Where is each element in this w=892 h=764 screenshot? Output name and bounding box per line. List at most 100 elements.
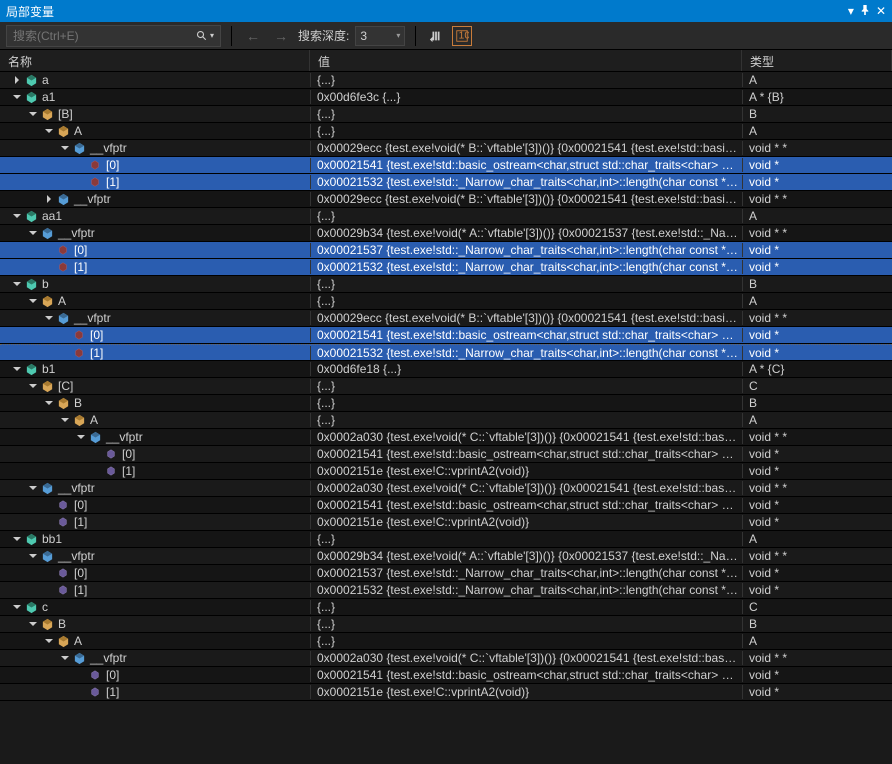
expander-open-icon[interactable] [12,534,22,544]
variable-name: c [42,600,48,614]
nav-back-icon[interactable]: ← [242,28,264,44]
expander-open-icon[interactable] [28,551,38,561]
type-cell: A [742,532,892,546]
type-cell: void * [742,498,892,512]
table-row[interactable]: b10x00d6fe18 {...}A * {C} [0,361,892,378]
expander-none [44,500,54,510]
expander-none [92,466,102,476]
table-row[interactable]: b{...}B [0,276,892,293]
expander-open-icon[interactable] [60,415,70,425]
expander-open-icon[interactable] [28,381,38,391]
close-icon[interactable]: ✕ [876,4,886,18]
expander-open-icon[interactable] [12,279,22,289]
table-row[interactable]: __vfptr0x00029b34 {test.exe!void(* A::`v… [0,548,892,565]
expander-open-icon[interactable] [12,211,22,221]
expander-none [44,262,54,272]
expander-open-icon[interactable] [28,619,38,629]
member-red-icon [56,243,70,257]
base-icon [40,294,54,308]
table-row[interactable]: bb1{...}A [0,531,892,548]
search-field[interactable] [13,29,183,43]
pin-icon[interactable] [860,4,870,18]
header-name[interactable]: 名称 [0,50,310,71]
table-row[interactable]: A{...}A [0,293,892,310]
table-row[interactable]: [0]0x00021541 {test.exe!std::basic_ostre… [0,327,892,344]
table-row[interactable]: __vfptr0x00029b34 {test.exe!void(* A::`v… [0,225,892,242]
type-cell: C [742,379,892,393]
value-cell: 0x00021541 {test.exe!std::basic_ostream<… [310,158,742,172]
header-value[interactable]: 值 [310,50,742,71]
table-row[interactable]: [0]0x00021537 {test.exe!std::_Narrow_cha… [0,565,892,582]
value-cell: 0x00021532 {test.exe!std::_Narrow_char_t… [310,175,742,189]
table-row[interactable]: __vfptr0x00029ecc {test.exe!void(* B::`v… [0,191,892,208]
table-row[interactable]: A{...}A [0,633,892,650]
toolbar-divider [415,26,416,46]
struct-icon [24,600,38,614]
table-row[interactable]: [1]0x00021532 {test.exe!std::_Narrow_cha… [0,582,892,599]
window-options-icon[interactable]: ▾ [848,4,854,18]
table-row[interactable]: aa1{...}A [0,208,892,225]
table-row[interactable]: __vfptr0x0002a030 {test.exe!void(* C::`v… [0,650,892,667]
expander-open-icon[interactable] [60,143,70,153]
expander-open-icon[interactable] [44,313,54,323]
table-row[interactable]: [0]0x00021541 {test.exe!std::basic_ostre… [0,157,892,174]
variable-name: [0] [90,328,103,342]
expander-open-icon[interactable] [44,636,54,646]
expander-open-icon[interactable] [12,92,22,102]
table-row[interactable]: __vfptr0x00029ecc {test.exe!void(* B::`v… [0,310,892,327]
depth-input[interactable]: 3 ▾ [355,26,405,46]
search-icon[interactable]: ▾ [196,30,214,42]
expander-open-icon[interactable] [12,364,22,374]
table-row[interactable]: __vfptr0x0002a030 {test.exe!void(* C::`v… [0,429,892,446]
table-row[interactable]: [1]0x00021532 {test.exe!std::_Narrow_cha… [0,259,892,276]
value-cell: {...} [310,379,742,393]
table-row[interactable]: B{...}B [0,616,892,633]
expander-none [44,517,54,527]
table-row[interactable]: [1]0x00021532 {test.exe!std::_Narrow_cha… [0,344,892,361]
header-type[interactable]: 类型 [742,50,892,71]
hex-view-icon[interactable]: 101 [452,26,472,46]
expander-open-icon[interactable] [28,483,38,493]
table-row[interactable]: A{...}A [0,412,892,429]
value-cell: 0x00021532 {test.exe!std::_Narrow_char_t… [310,583,742,597]
name-cell: __vfptr [0,430,310,444]
expander-open-icon[interactable] [28,228,38,238]
table-row[interactable]: a10x00d6fe3c {...}A * {B} [0,89,892,106]
table-row[interactable]: __vfptr0x00029ecc {test.exe!void(* B::`v… [0,140,892,157]
table-row[interactable]: [1]0x0002151e {test.exe!C::vprintA2(void… [0,514,892,531]
table-row[interactable]: a{...}A [0,72,892,89]
expander-open-icon[interactable] [76,432,86,442]
expander-closed-icon[interactable] [44,194,54,204]
table-row[interactable]: [0]0x00021541 {test.exe!std::basic_ostre… [0,667,892,684]
table-row[interactable]: [B]{...}B [0,106,892,123]
table-row[interactable]: c{...}C [0,599,892,616]
expander-open-icon[interactable] [28,296,38,306]
table-row[interactable]: B{...}B [0,395,892,412]
expander-open-icon[interactable] [28,109,38,119]
expander-open-icon[interactable] [60,653,70,663]
table-row[interactable]: A{...}A [0,123,892,140]
expander-open-icon[interactable] [44,398,54,408]
table-row[interactable]: [C]{...}C [0,378,892,395]
chevron-down-icon[interactable]: ▾ [396,31,400,40]
search-input[interactable]: ▾ [6,25,221,47]
table-row[interactable]: [1]0x0002151e {test.exe!C::vprintA2(void… [0,684,892,701]
type-cell: A [742,413,892,427]
base-icon [56,124,70,138]
nav-forward-icon[interactable]: → [270,28,292,44]
variable-tree[interactable]: a{...}Aa10x00d6fe3c {...}A * {B}[B]{...}… [0,72,892,764]
filter-icon[interactable] [426,26,446,46]
table-row[interactable]: [0]0x00021537 {test.exe!std::_Narrow_cha… [0,242,892,259]
table-row[interactable]: [0]0x00021541 {test.exe!std::basic_ostre… [0,497,892,514]
expander-closed-icon[interactable] [12,75,22,85]
value-cell: 0x0002151e {test.exe!C::vprintA2(void)} [310,515,742,529]
expander-open-icon[interactable] [44,126,54,136]
table-row[interactable]: [1]0x00021532 {test.exe!std::_Narrow_cha… [0,174,892,191]
type-cell: void * * [742,651,892,665]
table-row[interactable]: __vfptr0x0002a030 {test.exe!void(* C::`v… [0,480,892,497]
table-row[interactable]: [0]0x00021541 {test.exe!std::basic_ostre… [0,446,892,463]
struct-icon [24,209,38,223]
expander-open-icon[interactable] [12,602,22,612]
table-row[interactable]: [1]0x0002151e {test.exe!C::vprintA2(void… [0,463,892,480]
variable-name: A [58,294,66,308]
